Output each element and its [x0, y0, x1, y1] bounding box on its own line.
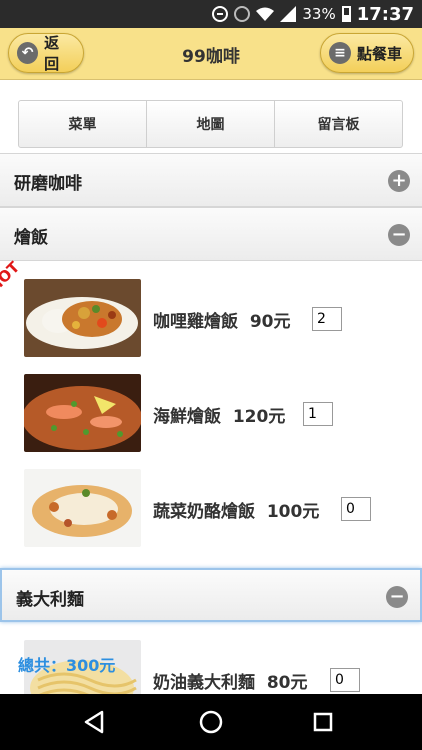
quantity-input[interactable]	[330, 668, 360, 692]
menu-item: 咖哩雞燴飯 90元	[0, 279, 422, 359]
quantity-input[interactable]	[303, 402, 333, 426]
category-header-coffee[interactable]: 研磨咖啡 +	[0, 153, 422, 207]
category-header-pasta[interactable]: 義大利麵 −	[0, 568, 422, 622]
item-name: 蔬菜奶酪燴飯 100元	[153, 502, 320, 522]
vegetable-cheese-rice-image	[24, 469, 141, 547]
back-button[interactable]: ↶ 返回	[8, 33, 84, 73]
order-total: 總共：300元	[18, 656, 116, 675]
battery-percent: 33%	[302, 5, 336, 23]
page-title: 99咖啡	[182, 46, 240, 67]
collapse-minus-icon: −	[386, 586, 408, 608]
app-header: ↶ 返回 99咖啡 ≡ 點餐車	[0, 28, 422, 80]
tab-message-board[interactable]: 留言板	[275, 101, 402, 147]
status-bar: 33% 17:37	[0, 0, 422, 28]
signal-icon	[280, 6, 297, 22]
menu-list-icon: ≡	[329, 42, 351, 64]
battery-icon	[341, 6, 351, 22]
home-circle-icon[interactable]	[195, 706, 227, 738]
tab-map[interactable]: 地圖	[147, 101, 275, 147]
collapse-minus-icon: −	[388, 224, 410, 246]
cart-button[interactable]: ≡ 點餐車	[320, 33, 414, 73]
clock: 17:37	[356, 3, 414, 25]
recents-square-icon[interactable]	[307, 706, 339, 738]
tab-menu[interactable]: 菜單	[19, 101, 147, 147]
menu-item: 蔬菜奶酪燴飯 100元	[0, 469, 422, 549]
expand-plus-icon: +	[388, 170, 410, 192]
back-triangle-icon[interactable]	[78, 706, 110, 738]
quantity-input[interactable]	[341, 497, 371, 521]
category-label: 義大利麵	[16, 589, 84, 610]
menu-item: 海鮮燴飯 120元	[0, 374, 422, 454]
seafood-rice-image	[24, 374, 141, 452]
category-label: 研磨咖啡	[14, 173, 82, 194]
category-label: 燴飯	[14, 227, 48, 248]
item-name: 咖哩雞燴飯 90元	[153, 312, 291, 332]
do-not-disturb-icon	[212, 6, 229, 22]
cart-button-label: 點餐車	[357, 44, 403, 63]
back-arrow-icon: ↶	[17, 42, 39, 64]
curry-chicken-rice-image	[24, 279, 141, 357]
alarm-icon	[234, 6, 251, 22]
back-button-label: 返回	[44, 34, 60, 73]
status-icons: 33% 17:37	[212, 0, 414, 28]
segment-nav: 菜單 地圖 留言板	[18, 100, 403, 148]
quantity-input[interactable]	[312, 307, 342, 331]
item-name: 奶油義大利麵 80元	[153, 673, 308, 693]
wifi-icon	[256, 7, 275, 21]
system-nav-bar	[0, 694, 422, 750]
category-header-risotto[interactable]: 燴飯 −	[0, 207, 422, 261]
item-name: 海鮮燴飯 120元	[153, 407, 286, 427]
